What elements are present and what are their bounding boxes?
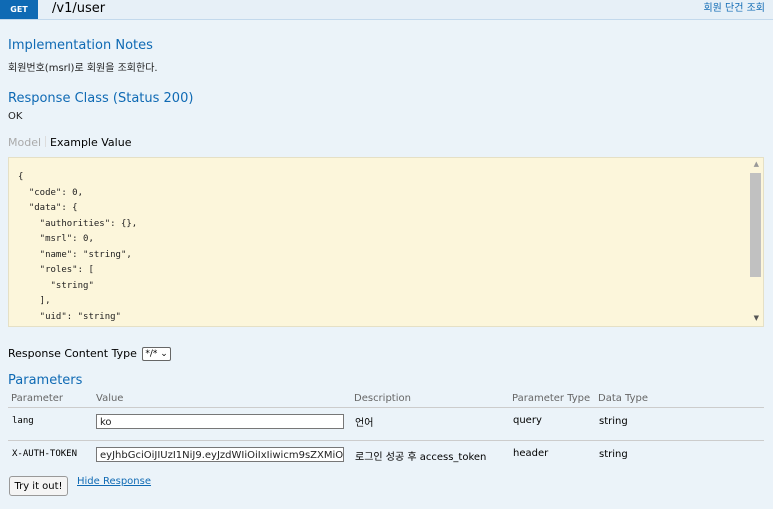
scrollbar-thumb[interactable]: [750, 173, 761, 277]
data-type: string: [599, 449, 628, 460]
data-type: string: [599, 416, 628, 427]
column-header-parameter: Parameter: [11, 393, 64, 404]
lang-input[interactable]: ko: [96, 414, 344, 429]
tab-model[interactable]: Model: [8, 136, 41, 149]
http-method-badge[interactable]: GET: [0, 0, 38, 19]
code-line: {: [18, 172, 24, 182]
table-header-divider: [8, 407, 764, 408]
param-type: header: [513, 448, 549, 459]
try-it-out-button[interactable]: Try it out!: [9, 476, 68, 496]
example-value-box[interactable]: { "code": 0, "data": { "authorities": {}…: [8, 157, 764, 327]
model-tabs: Model Example Value: [8, 136, 131, 149]
code-line: "code": 0,: [18, 187, 84, 198]
param-name: lang: [12, 416, 34, 426]
column-header-value: Value: [96, 393, 124, 404]
code-line: "uid": "string": [18, 311, 121, 322]
endpoint-path[interactable]: /v1/user: [52, 0, 105, 18]
param-description: 언어: [355, 418, 374, 429]
code-line: "authorities": {},: [18, 218, 138, 229]
code-line: "name": "string",: [18, 249, 132, 260]
column-header-description: Description: [354, 393, 411, 404]
implementation-notes-text: 회원번호(msrl)로 회원을 조회한다.: [8, 63, 158, 74]
code-line: "msrl": 0,: [18, 234, 94, 244]
endpoint-summary[interactable]: 회원 단건 조회: [703, 0, 765, 18]
endpoint-header[interactable]: GET /v1/user 회원 단건 조회: [0, 0, 773, 20]
chevron-down-icon: ⌄: [160, 349, 168, 359]
tab-divider: [45, 136, 47, 147]
param-name: X-AUTH-TOKEN: [12, 449, 78, 459]
response-content-type-label: Response Content Type: [8, 347, 137, 360]
example-json: { "code": 0, "data": { "authorities": {}…: [18, 170, 138, 326]
column-header-parameter-type: Parameter Type: [512, 393, 591, 404]
code-line: "string": [18, 280, 94, 291]
scroll-down-arrow-icon[interactable]: ▼: [754, 314, 759, 322]
param-description: 로그인 성공 후 access_token: [355, 452, 487, 463]
hide-response-link[interactable]: Hide Response: [77, 476, 151, 487]
implementation-notes-heading: Implementation Notes: [8, 38, 153, 53]
response-content-type-select[interactable]: */* ⌄: [142, 347, 171, 361]
column-header-data-type: Data Type: [598, 393, 649, 404]
response-class-text: OK: [8, 111, 23, 122]
select-value: */*: [145, 349, 158, 359]
parameters-heading: Parameters: [8, 373, 83, 388]
response-class-heading: Response Class (Status 200): [8, 91, 194, 106]
param-type: query: [513, 415, 542, 426]
row-divider: [8, 440, 764, 441]
code-line: "roles": [: [18, 265, 94, 275]
scroll-up-arrow-icon[interactable]: ▲: [754, 160, 759, 168]
code-line: "data": {: [18, 203, 78, 213]
response-content-type: Response Content Type */* ⌄: [8, 347, 171, 361]
auth-token-input[interactable]: eyJhbGciOiJIUzI1NiJ9.eyJzdWIiOiIxIiwicm9…: [96, 447, 344, 462]
tab-example-value[interactable]: Example Value: [50, 136, 131, 149]
code-line: ],: [18, 296, 51, 306]
